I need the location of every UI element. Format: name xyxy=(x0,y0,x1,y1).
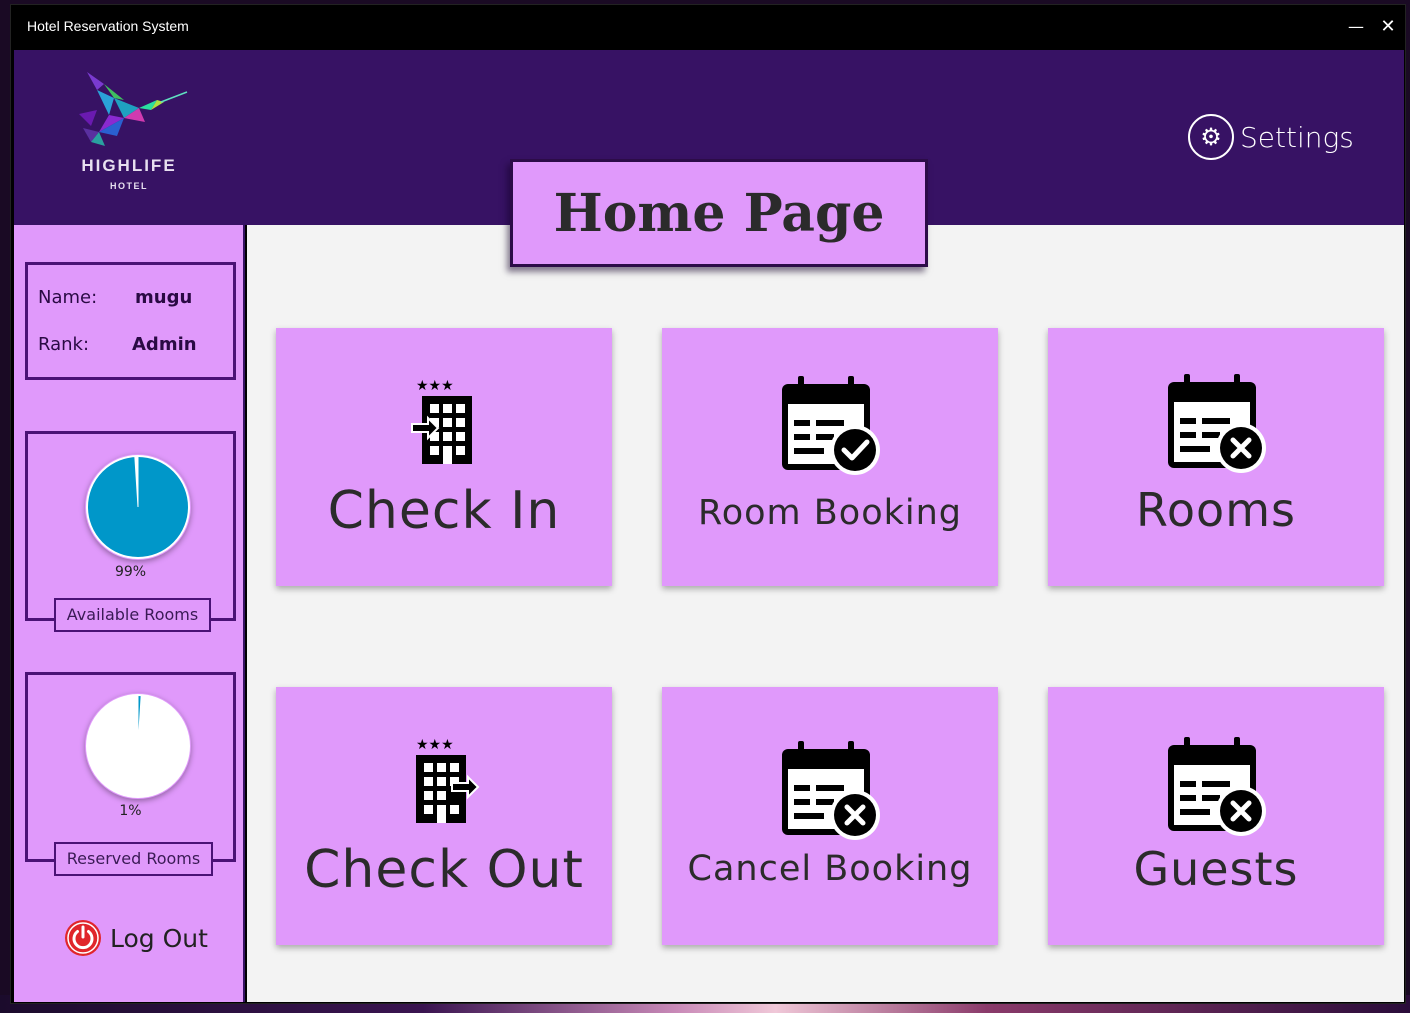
calendar-x-icon xyxy=(782,741,880,840)
page-title-banner: Home Page xyxy=(510,159,928,267)
check-out-label: Check Out xyxy=(304,840,584,900)
guests-label: Guests xyxy=(1133,842,1299,896)
hummingbird-logo-icon xyxy=(79,72,188,146)
app-window: Hotel Reservation System — ✕ HIGHLIFE HO… xyxy=(10,4,1406,1004)
name-key: Name: xyxy=(38,287,98,308)
close-button[interactable]: ✕ xyxy=(1373,13,1403,41)
title-bar[interactable]: Hotel Reservation System — ✕ xyxy=(11,5,1405,49)
reserved-rooms-label: Reserved Rooms xyxy=(54,842,213,876)
user-info-panel: Name: mugu Rank: Admin xyxy=(25,262,236,380)
check-in-label: Check In xyxy=(327,481,561,541)
available-rooms-panel: 99% xyxy=(25,431,236,621)
client-area: HIGHLIFE HOTEL ⚙ Settings Name: mugu Ran… xyxy=(14,50,1404,1002)
check-in-card[interactable]: ★★★ Check In xyxy=(276,328,612,586)
svg-text:★★★: ★★★ xyxy=(416,378,454,394)
guests-card[interactable]: Guests xyxy=(1048,687,1384,945)
available-rooms-pie-chart xyxy=(86,455,190,559)
rooms-card[interactable]: Rooms xyxy=(1048,328,1384,586)
hotel-check-out-icon: ★★★ xyxy=(416,737,480,823)
reserved-rooms-panel: 1% xyxy=(25,672,236,862)
svg-text:★★★: ★★★ xyxy=(416,737,454,753)
check-out-card[interactable]: ★★★ Check Out xyxy=(276,687,612,945)
logout-label: Log Out xyxy=(110,923,208,953)
available-rooms-label: Available Rooms xyxy=(54,598,211,632)
room-booking-card[interactable]: Room Booking xyxy=(662,328,998,586)
hotel-check-in-icon: ★★★ xyxy=(411,378,472,464)
reserved-rooms-pie-chart xyxy=(86,694,190,798)
available-rooms-percent: 99% xyxy=(114,564,147,580)
logo-subtitle: HOTEL xyxy=(110,181,148,191)
calendar-x-icon xyxy=(1168,737,1266,836)
settings-button[interactable]: ⚙ Settings xyxy=(1188,113,1354,161)
reserved-rooms-percent: 1% xyxy=(119,803,142,819)
rank-key: Rank: xyxy=(38,334,90,355)
hotel-logo: HIGHLIFE HOTEL xyxy=(69,70,189,195)
calendar-check-icon xyxy=(782,376,880,475)
power-icon xyxy=(65,920,101,956)
user-name: mugu xyxy=(135,287,193,308)
available-rooms-pie xyxy=(85,454,191,560)
reserved-rooms-pie xyxy=(85,693,191,799)
sidebar: Name: mugu Rank: Admin 99% Available Roo… xyxy=(14,225,245,1002)
room-booking-label: Room Booking xyxy=(697,493,963,533)
page-title: Home Page xyxy=(553,182,885,244)
main-content: Home Page ★★★ Check In Room Booking Room… xyxy=(247,159,1404,1002)
window-title: Hotel Reservation System xyxy=(27,18,189,34)
rooms-label: Rooms xyxy=(1136,483,1296,537)
logout-button[interactable]: Log Out xyxy=(64,919,208,957)
settings-label: Settings xyxy=(1240,120,1354,154)
calendar-x-icon xyxy=(1168,374,1266,473)
user-rank: Admin xyxy=(132,334,197,355)
cancel-booking-card[interactable]: Cancel Booking xyxy=(662,687,998,945)
gear-icon: ⚙ xyxy=(1188,114,1234,160)
cancel-booking-label: Cancel Booking xyxy=(687,849,973,889)
minimize-button[interactable]: — xyxy=(1341,13,1371,41)
logo-name: HIGHLIFE xyxy=(81,156,177,175)
